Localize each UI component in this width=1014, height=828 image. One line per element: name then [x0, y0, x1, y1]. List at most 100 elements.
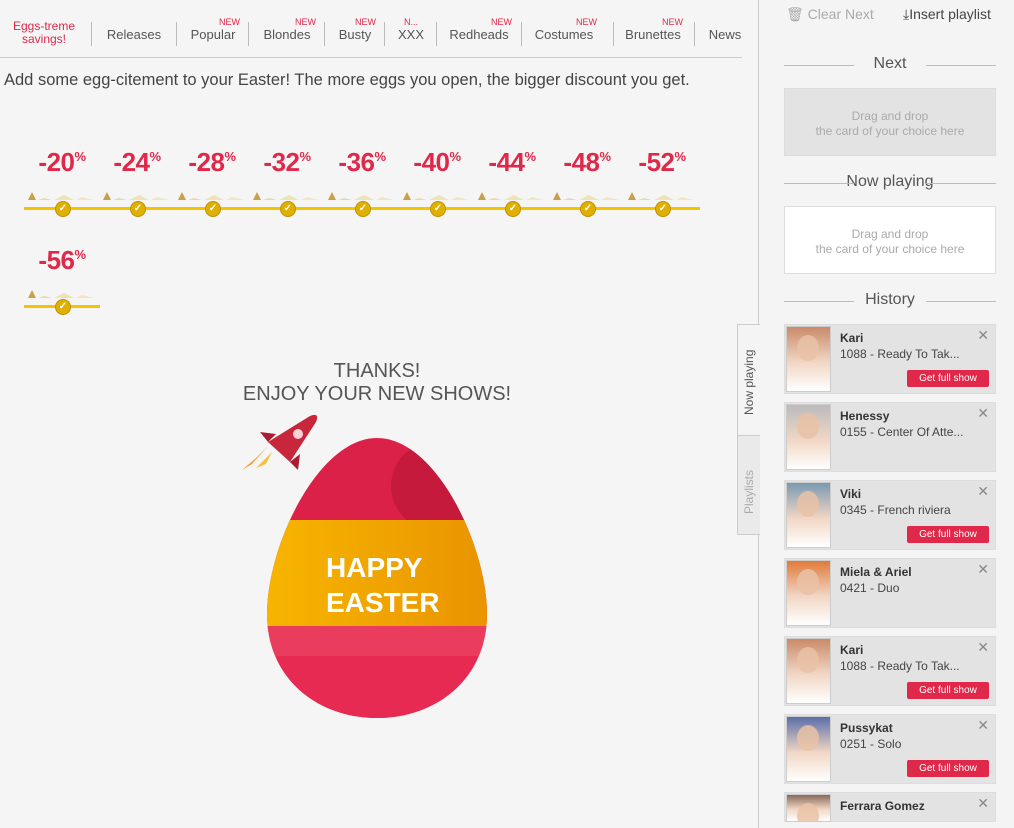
tab-now-playing[interactable]: Now playing	[737, 324, 760, 436]
history-section-title: History	[784, 291, 996, 309]
discount-unit: %	[299, 149, 312, 164]
check-icon: ✓	[280, 201, 296, 217]
card-subtitle: 1088 - Ready To Tak...	[840, 659, 960, 673]
egg-text-easter: EASTER	[326, 587, 440, 618]
history-card[interactable]: Ferrara Gomez ✕	[784, 792, 996, 822]
discount-value: -24	[113, 147, 150, 177]
card-subtitle: 0251 - Solo	[840, 737, 902, 751]
close-icon[interactable]: ✕	[977, 483, 989, 500]
new-badge: NEW	[662, 17, 683, 27]
nav-divider	[521, 22, 522, 46]
discount-percent: -20%	[24, 147, 100, 178]
insert-playlist-button[interactable]: ⤓Insert playlist	[903, 6, 991, 23]
tab-redheads[interactable]: NEW Redheads	[440, 0, 518, 56]
get-full-show-button[interactable]: Get full show	[907, 526, 989, 543]
discount-percent: -56%	[24, 245, 100, 276]
history-card[interactable]: Kari 1088 - Ready To Tak... ✕ Get full show	[784, 636, 996, 706]
discount-percent: -24%	[99, 147, 175, 178]
cracked-egg-icon	[28, 192, 94, 200]
discount-unit: %	[74, 247, 87, 262]
check-icon: ✓	[430, 201, 446, 217]
tab-popular[interactable]: NEW Popular	[180, 0, 246, 56]
card-thumbnail	[786, 482, 831, 548]
discount-unit: %	[674, 149, 687, 164]
close-icon[interactable]: ✕	[977, 561, 989, 578]
discount-unit: %	[374, 149, 387, 164]
tab-costumes[interactable]: NEW Costumes	[525, 0, 603, 56]
discount-percent: -52%	[624, 147, 700, 178]
discount-item[interactable]: -20% ✓	[24, 147, 100, 227]
discount-item[interactable]: -28% ✓	[174, 147, 250, 227]
now-playing-section-title: Now playing	[784, 173, 996, 191]
tab-now-playing-label: Now playing	[742, 349, 756, 415]
tab-news[interactable]: News	[700, 0, 750, 56]
next-dropzone[interactable]: Drag and drop the card of your choice he…	[784, 88, 996, 156]
history-card[interactable]: Kari 1088 - Ready To Tak... ✕ Get full show	[784, 324, 996, 394]
nav-divider	[176, 22, 177, 46]
discount-value: -32	[263, 147, 300, 177]
cracked-egg-icon	[403, 192, 469, 200]
tab-brunettes[interactable]: NEW Brunettes	[617, 0, 689, 56]
tab-releases[interactable]: Releases	[95, 0, 173, 56]
card-thumbnail	[786, 326, 831, 392]
card-name: Viki	[840, 487, 862, 501]
close-icon[interactable]: ✕	[977, 795, 989, 812]
close-icon[interactable]: ✕	[977, 717, 989, 734]
tab-label: Releases	[106, 27, 162, 42]
discount-item[interactable]: -48% ✓	[549, 147, 625, 227]
tab-busty[interactable]: NEW Busty	[328, 0, 382, 56]
card-subtitle: 0155 - Center Of Atte...	[840, 425, 964, 439]
history-card[interactable]: Miela & Ariel 0421 - Duo ✕	[784, 558, 996, 628]
new-badge: NEW	[295, 17, 316, 27]
nav-divider	[324, 22, 325, 46]
tab-label: Busty	[338, 27, 372, 42]
history-card[interactable]: Pussykat 0251 - Solo ✕ Get full show	[784, 714, 996, 784]
check-icon: ✓	[580, 201, 596, 217]
discount-item[interactable]: -36% ✓	[324, 147, 400, 227]
get-full-show-button[interactable]: Get full show	[907, 682, 989, 699]
discount-item[interactable]: -32% ✓	[249, 147, 325, 227]
close-icon[interactable]: ✕	[977, 327, 989, 344]
dropzone-line-1: Drag and drop	[851, 109, 929, 123]
clear-next-button[interactable]: 🗑 Clear Next	[786, 6, 874, 23]
tab-playlists[interactable]: Playlists	[737, 435, 760, 535]
tab-xxx[interactable]: N... XXX	[388, 0, 434, 56]
discount-item[interactable]: -44% ✓	[474, 147, 550, 227]
get-full-show-button[interactable]: Get full show	[907, 370, 989, 387]
card-name: Pussykat	[840, 721, 893, 735]
discount-item[interactable]: -56% ✓	[24, 245, 100, 325]
history-card[interactable]: Viki 0345 - French riviera ✕ Get full show	[784, 480, 996, 550]
cracked-egg-icon	[178, 192, 244, 200]
discount-item[interactable]: -52% ✓	[624, 147, 700, 227]
close-icon[interactable]: ✕	[977, 639, 989, 656]
tab-blondes[interactable]: NEW Blondes	[252, 0, 322, 56]
dropzone-line-2: the card of your choice here	[815, 242, 965, 256]
history-card[interactable]: Henessy 0155 - Center Of Atte... ✕	[784, 402, 996, 472]
get-full-show-button[interactable]: Get full show	[907, 760, 989, 777]
cracked-egg-icon	[103, 192, 169, 200]
cracked-egg-icon	[28, 290, 94, 298]
tab-label: XXX	[397, 27, 424, 42]
new-badge: NEW	[219, 17, 240, 27]
promo-headline: Add some egg-citement to your Easter! Th…	[4, 71, 690, 89]
card-name: Ferrara Gomez	[840, 799, 925, 813]
cracked-egg-icon	[553, 192, 619, 200]
nav-divider	[613, 22, 614, 46]
card-thumbnail	[786, 716, 831, 782]
next-section-title: Next	[784, 55, 996, 73]
promo-tab[interactable]: Eggs-treme savings!	[0, 20, 88, 46]
cracked-egg-icon	[478, 192, 544, 200]
new-badge: N...	[403, 17, 418, 27]
discount-percent: -28%	[174, 147, 250, 178]
check-icon: ✓	[55, 299, 71, 315]
check-icon: ✓	[130, 201, 146, 217]
dropzone-line-2: the card of your choice here	[815, 124, 965, 138]
close-icon[interactable]: ✕	[977, 405, 989, 422]
discount-value: -56	[38, 245, 75, 275]
discount-item[interactable]: -40% ✓	[399, 147, 475, 227]
now-playing-dropzone[interactable]: Drag and drop the card of your choice he…	[784, 206, 996, 274]
new-badge: NEW	[491, 17, 512, 27]
discount-item[interactable]: -24% ✓	[99, 147, 175, 227]
discount-unit: %	[449, 149, 462, 164]
nav-underline	[0, 57, 742, 58]
